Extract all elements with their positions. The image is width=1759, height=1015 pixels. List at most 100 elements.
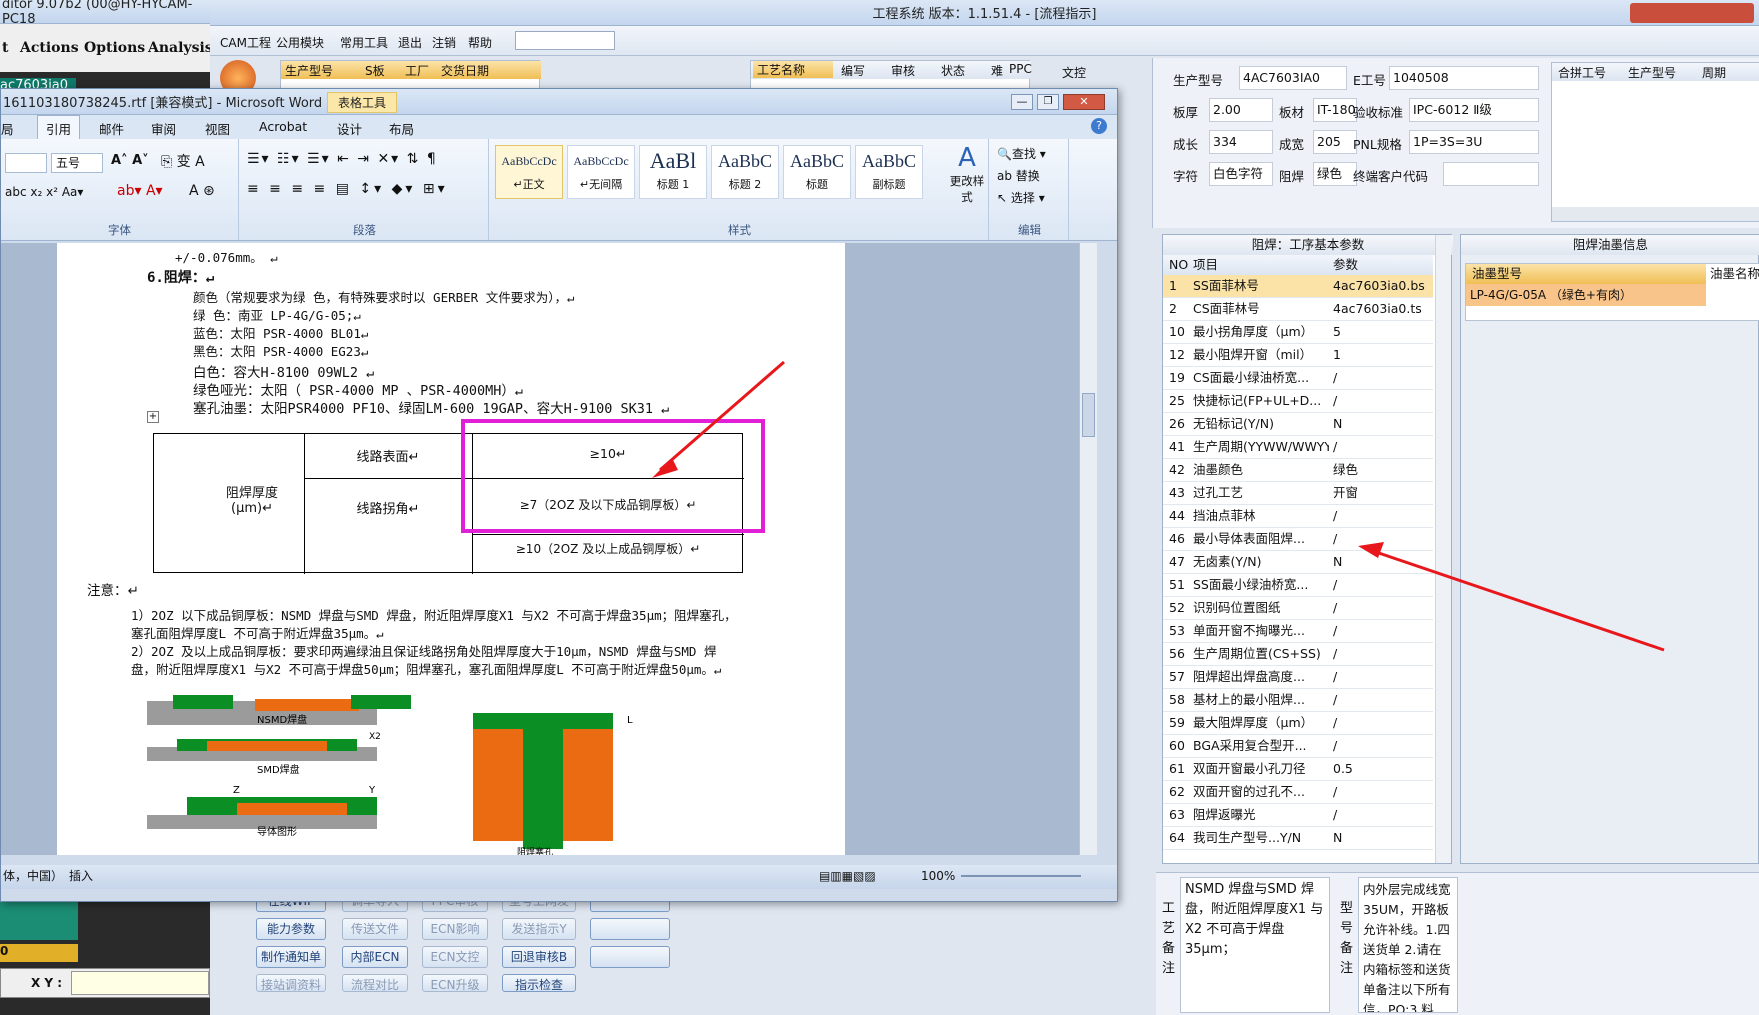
style-item[interactable]: AaBbC 标题 <box>783 145 851 199</box>
style-item[interactable]: AaBbCcDc ↵无间隔 <box>567 145 635 199</box>
val-thickness[interactable]: 2.00 <box>1209 98 1273 122</box>
btn-blank-3[interactable] <box>590 946 670 968</box>
cell-line-corner[interactable]: 线路拐角↵ <box>304 498 472 517</box>
minimize-icon[interactable]: — <box>1011 94 1033 110</box>
font-name-box[interactable] <box>5 153 47 173</box>
table-row[interactable]: 58 基材上的最小阻焊... / <box>1163 689 1433 712</box>
menu-help[interactable]: 帮助 <box>468 34 492 51</box>
cell-mask-thickness[interactable]: 阻焊厚度(μm)↵ <box>210 482 294 516</box>
btn-materials[interactable]: 接站调资料 <box>256 974 326 992</box>
scroll-thumb[interactable] <box>1082 393 1095 437</box>
table-row[interactable]: 62 双面开窗的过孔不... / <box>1163 781 1433 804</box>
eng-combo[interactable] <box>515 31 615 50</box>
menu-tools[interactable]: 常用工具 <box>340 34 388 51</box>
doc-vscroll[interactable] <box>1079 243 1097 855</box>
col-ppc[interactable]: PPC <box>1009 62 1032 76</box>
col-merge-no[interactable]: 合拼工号 <box>1558 64 1606 81</box>
col-process[interactable]: 工艺名称 <box>753 61 833 78</box>
table-row[interactable]: 42 油墨颜色 绿色 <box>1163 459 1433 482</box>
tab-design[interactable]: 设计 <box>337 119 362 138</box>
restore-icon[interactable]: ❐ <box>1037 94 1059 110</box>
table-row[interactable]: 53 单面开窗不掏曝光... / <box>1163 620 1433 643</box>
style-item[interactable]: AaBbCcDc ↵正文 <box>495 145 563 199</box>
table-row[interactable]: 44 挡油点菲林 / <box>1163 505 1433 528</box>
col-status[interactable]: 状态 <box>941 62 965 79</box>
table-row[interactable]: 43 过孔工艺 开窗 <box>1163 482 1433 505</box>
btn-flow-compare[interactable]: 流程对比 <box>342 974 408 992</box>
style-item[interactable]: AaBbC 副标题 <box>855 145 923 199</box>
tab-table-layout[interactable]: 布局 <box>389 119 414 138</box>
table-row[interactable]: 60 BGA采用复合型开... / <box>1163 735 1433 758</box>
col-doc-control[interactable]: 文控 <box>1062 64 1086 81</box>
table-row[interactable]: 59 最大阻焊厚度（μm） / <box>1163 712 1433 735</box>
menu-actions[interactable]: Actions <box>20 40 79 56</box>
close-icon[interactable] <box>1630 3 1754 23</box>
col-item[interactable]: 项目 <box>1193 255 1218 275</box>
val-length[interactable]: 334 <box>1209 130 1273 154</box>
col-writer[interactable]: 编写 <box>841 62 865 79</box>
menu-logout[interactable]: 注销 <box>432 34 456 51</box>
val-model[interactable]: 4AC7603IA0 <box>1239 66 1347 90</box>
table-row[interactable]: 51 SS面最小绿油桥宽... / <box>1163 574 1433 597</box>
table-row[interactable]: 57 阻焊超出焊盘高度... / <box>1163 666 1433 689</box>
zoom-level[interactable]: 100% <box>921 865 955 887</box>
btn-internal-ecn[interactable]: 内部ECN <box>342 946 408 968</box>
col-date[interactable]: 交货日期 <box>441 62 489 79</box>
btn-capability[interactable]: 能力参数 <box>256 918 326 940</box>
tab-review[interactable]: 审阅 <box>151 119 176 138</box>
process-remark[interactable]: NSMD 焊盘与SMD 焊盘，附近阻焊厚度X1 与X2 不可高于焊盘35μm； <box>1180 877 1330 1013</box>
grow-font-icon[interactable]: A˄ A˅ <box>111 153 149 168</box>
table-row[interactable]: 26 无铅标记(Y/N) N <box>1163 413 1433 436</box>
col-reviewer[interactable]: 审核 <box>891 62 915 79</box>
btn-ecn-impact[interactable]: ECN影响 <box>422 918 488 940</box>
btn-blank-2[interactable] <box>590 918 670 940</box>
table-row[interactable]: 10 最小拐角厚度（μm） 5 <box>1163 321 1433 344</box>
view-icons[interactable]: ▤▥▦▧▨ <box>819 865 876 887</box>
col-merge-model[interactable]: 生产型号 <box>1628 64 1676 81</box>
col-model[interactable]: 生产型号 <box>285 62 333 79</box>
cell-line-surface[interactable]: 线路表面↵ <box>304 446 472 465</box>
table-tools-tab[interactable]: 表格工具 <box>327 92 398 113</box>
ink-row[interactable]: LP-4G/G-05A （绿色+有肉） <box>1466 284 1706 306</box>
table-row[interactable]: 12 最小阻焊开窗（mil） 1 <box>1163 344 1433 367</box>
word-close-icon[interactable]: ✕ <box>1063 94 1105 110</box>
table-row[interactable]: 41 生产周期(YYWW/WWYY) / <box>1163 436 1433 459</box>
val-material[interactable]: IT-180A <box>1313 98 1357 122</box>
replace-button[interactable]: ab 替换 <box>997 167 1040 184</box>
table-row[interactable]: 56 生产周期位置(CS+SS) / <box>1163 643 1433 666</box>
merge-hscroll[interactable] <box>1552 207 1759 221</box>
table-move-icon[interactable]: + <box>147 411 159 423</box>
zoom-slider[interactable] <box>961 875 1081 877</box>
table-row[interactable]: 52 识别码位置图纸 / <box>1163 597 1433 620</box>
params-vscroll[interactable] <box>1435 235 1451 863</box>
table-row[interactable]: 63 阻焊返曝光 / <box>1163 804 1433 827</box>
tab-layout[interactable]: 局 <box>1 119 14 138</box>
val-pnl[interactable]: 1P=3S=3U <box>1409 130 1539 154</box>
table-row[interactable]: 25 快捷标记(FP+UL+D... / <box>1163 390 1433 413</box>
table-row[interactable]: 2 CS面菲林号 4ac7603ia0.ts <box>1163 298 1433 321</box>
val-customer[interactable] <box>1443 162 1539 186</box>
table-row[interactable]: 61 双面开窗最小孔刀径 0.5 <box>1163 758 1433 781</box>
val-eno[interactable]: 1040508 <box>1389 66 1539 90</box>
xy-input[interactable] <box>71 971 209 995</box>
style-item[interactable]: AaBl 标题 1 <box>639 145 707 199</box>
table-row[interactable]: 47 无卤素(Y/N) N <box>1163 551 1433 574</box>
col-difficulty[interactable]: 难 <box>991 62 1003 79</box>
document-page[interactable]: +/-0.076mm。 ↵ 6.阻焊：↵ 颜色（常规要求为绿 色，有特殊要求时以 G… <box>57 243 845 855</box>
btn-ecn-doc[interactable]: ECN文控 <box>422 946 488 968</box>
menu-options[interactable]: Options <box>84 40 145 56</box>
font-size-box[interactable]: 五号 <box>51 153 103 173</box>
btn-send-instruction[interactable]: 发送指示Y <box>502 918 576 940</box>
align-icons[interactable]: ≡ ≡ ≡ ≡ ▤ ↕▾ ◆▾ ⊞▾ <box>247 181 448 197</box>
find-button[interactable]: 🔍查找 ▾ <box>997 145 1046 162</box>
format-icons[interactable]: abc x₂ x² Aa▾ <box>5 185 83 199</box>
col-sboard[interactable]: S板 <box>365 62 385 79</box>
btn-rollback[interactable]: 回退审核B <box>502 946 576 968</box>
select-button[interactable]: ↖ 选择 ▾ <box>997 189 1045 206</box>
val-width[interactable]: 205 <box>1313 130 1357 154</box>
col-ink-name[interactable]: 油墨名称 <box>1710 264 1759 284</box>
clear-format-icon[interactable]: ⎘ 变 A <box>161 151 205 171</box>
col-merge-cycle[interactable]: 周期 <box>1702 64 1726 81</box>
help-icon[interactable]: ? <box>1091 118 1107 134</box>
col-param[interactable]: 参数 <box>1333 255 1358 275</box>
